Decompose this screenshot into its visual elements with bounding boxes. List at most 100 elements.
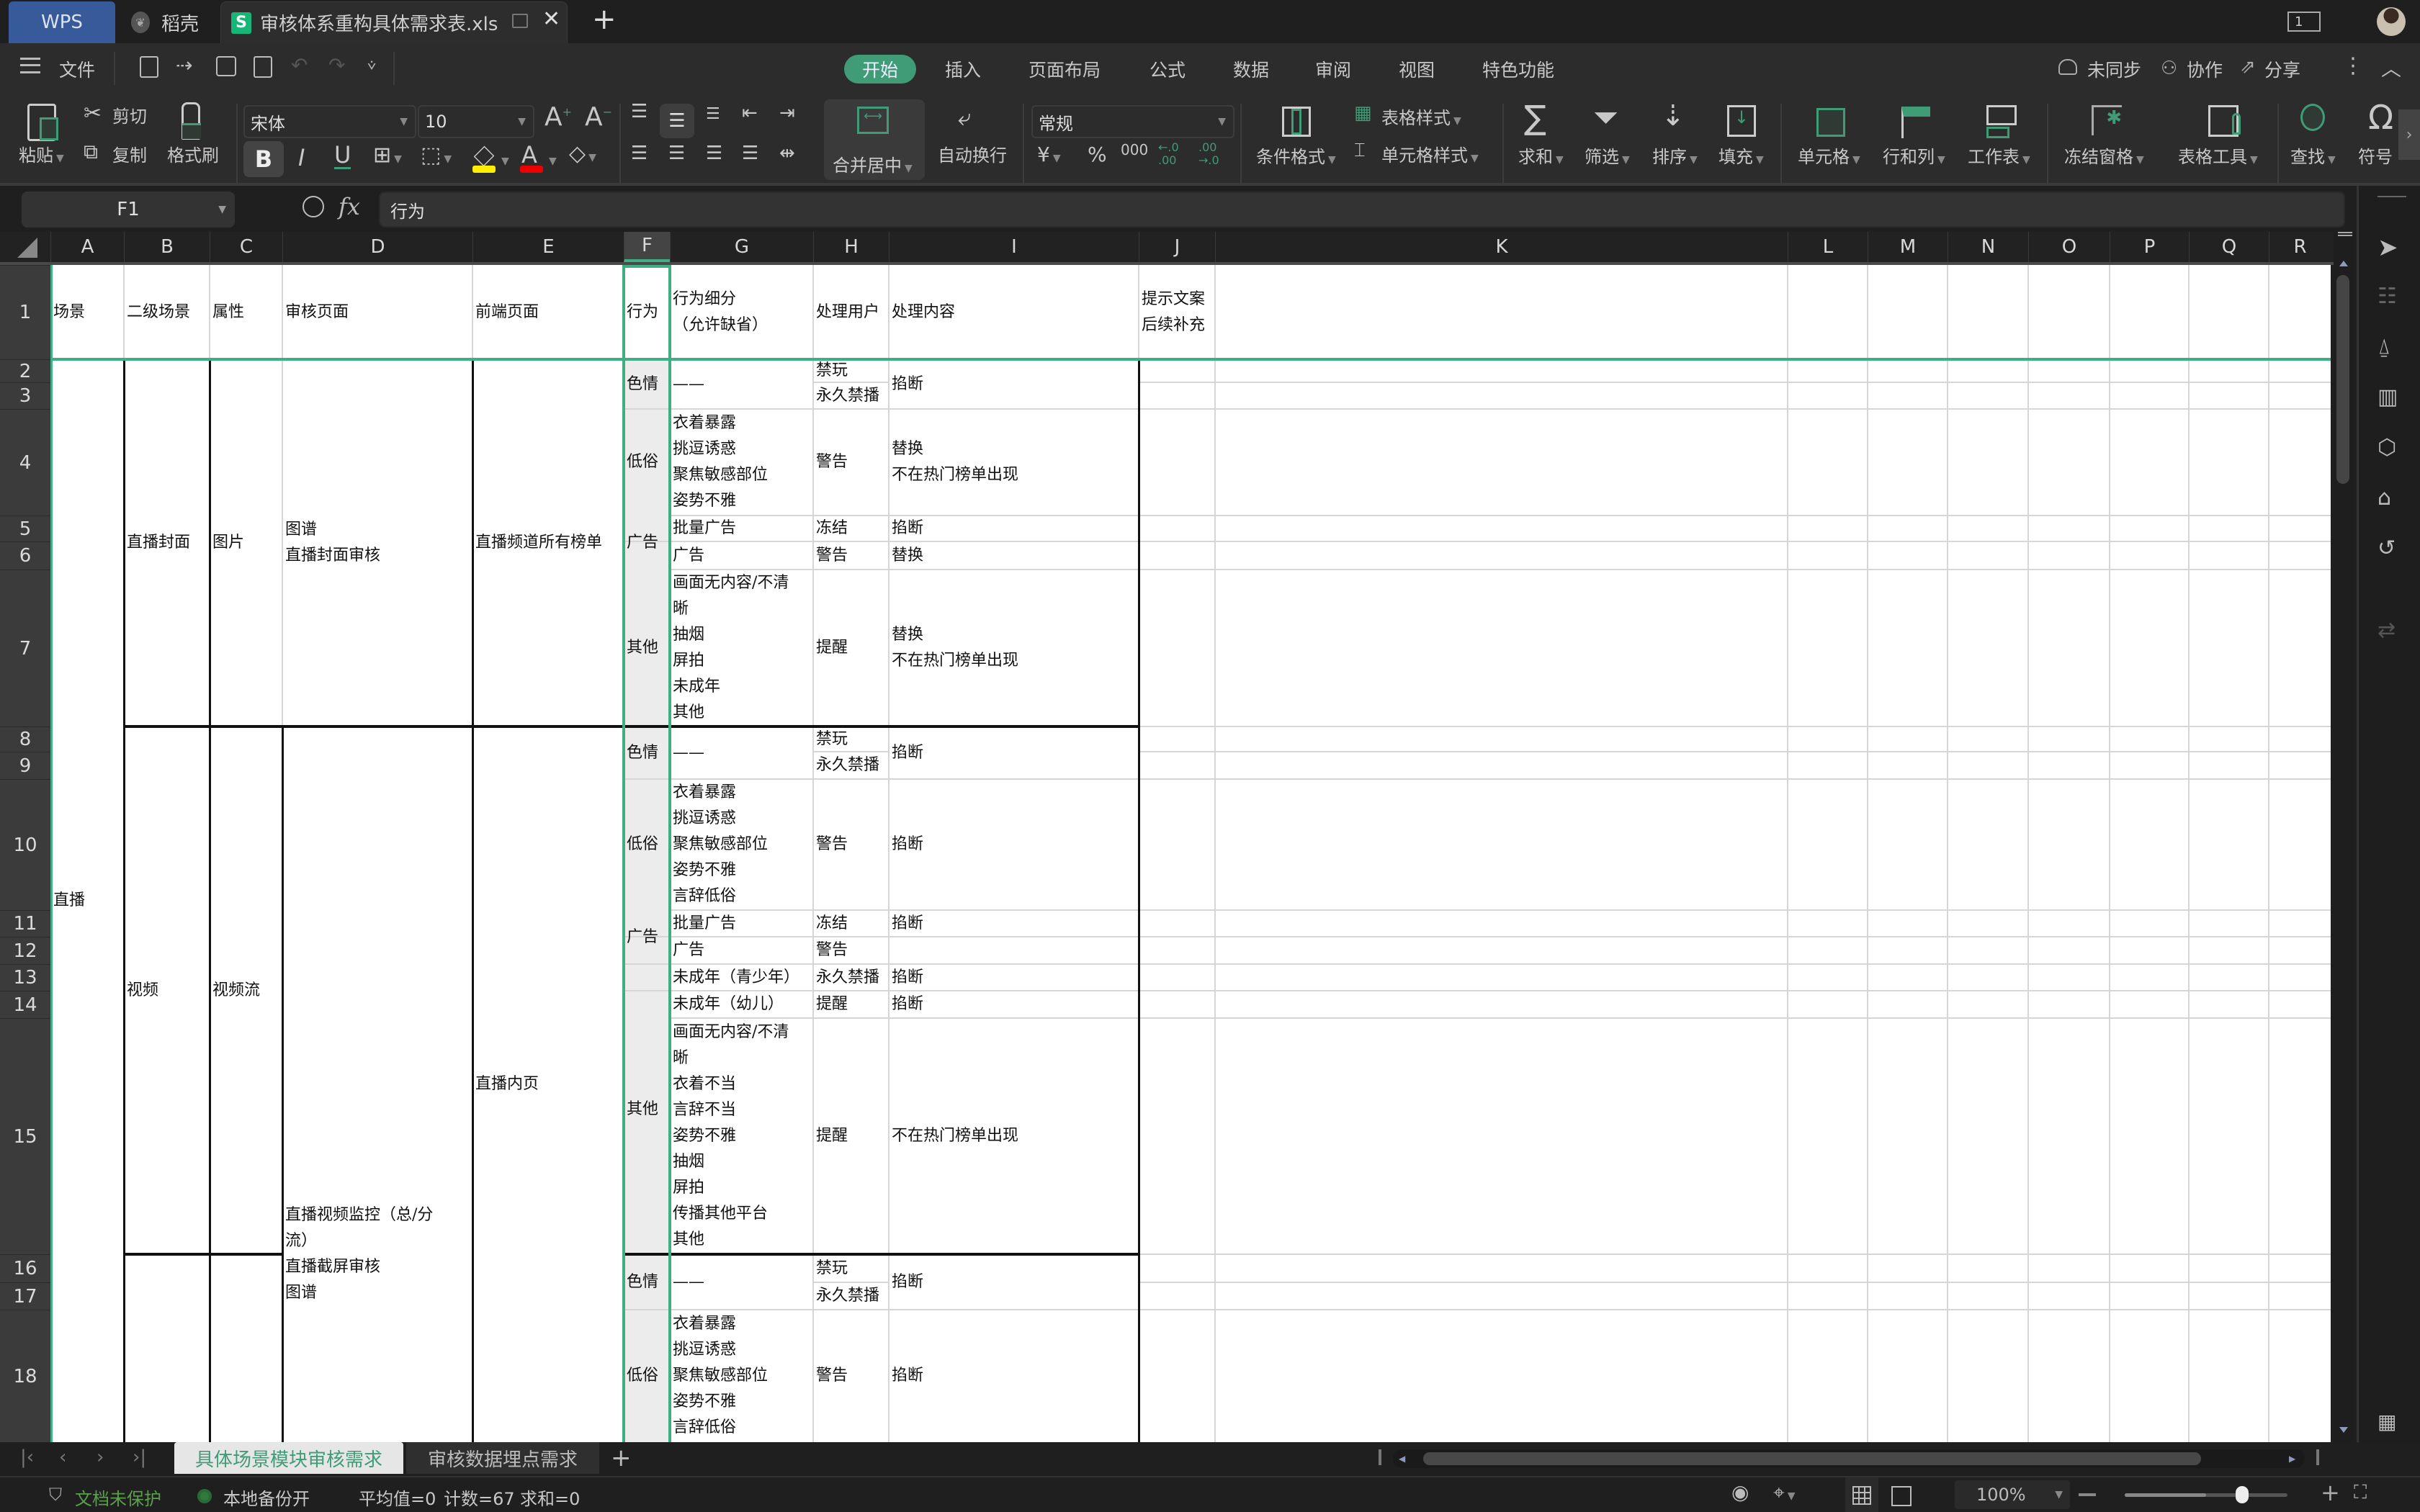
borders-icon[interactable]: ⊞ ▼ — [373, 143, 402, 168]
align-center-icon[interactable]: ☰ — [668, 143, 685, 164]
cell-f-vulgar-1[interactable]: 低俗 — [624, 409, 670, 516]
format-painter-button[interactable]: 格式刷 — [167, 141, 219, 166]
row-header-15[interactable]: 15 — [0, 1018, 50, 1254]
tab-insert[interactable]: 插入 — [945, 56, 981, 82]
insert-function-icon[interactable]: fx — [339, 193, 360, 220]
column-header-n[interactable]: N — [1948, 232, 2028, 262]
cut-button[interactable]: 剪切 — [112, 102, 147, 127]
cell-style-button[interactable]: 单元格样式 ▼ — [1381, 141, 1479, 166]
column-header-q[interactable]: Q — [2189, 232, 2269, 262]
redo-icon[interactable]: ↷ — [328, 53, 345, 77]
cell-h[interactable]: 提醒 — [813, 1018, 889, 1254]
table-style-button[interactable]: 表格样式 ▼ — [1381, 104, 1461, 129]
merge-center-button[interactable]: ⟷ 合并居中 ▼ — [824, 99, 925, 180]
font-color-dropdown[interactable]: ▼ — [546, 148, 557, 168]
row-header-8[interactable]: 8 — [0, 726, 50, 752]
distributed-icon[interactable]: ⇹ — [779, 143, 795, 164]
clear-format-icon[interactable]: ◇ ▼ — [569, 141, 596, 166]
cell-c-block2[interactable]: 视频流 — [210, 726, 282, 1254]
cell-b-block2[interactable]: 视频 — [124, 726, 210, 1254]
column-header-m[interactable]: M — [1868, 232, 1948, 262]
cell-f-other-2[interactable]: 其他 — [624, 964, 670, 1254]
increase-decimal-button[interactable]: ←.0 .00 — [1158, 141, 1187, 167]
tab-formulas[interactable]: 公式 — [1150, 56, 1186, 82]
cell-g[interactable]: —— — [670, 726, 813, 779]
currency-button[interactable]: ¥ ▼ — [1037, 143, 1061, 166]
cell-f-other-1[interactable]: 其他 — [624, 570, 670, 726]
decrease-indent-icon[interactable]: ⇤ — [742, 102, 758, 124]
row-header-12[interactable]: 12 — [0, 937, 50, 964]
row-header-10[interactable]: 10 — [0, 779, 50, 910]
row-header-17[interactable]: 17 — [0, 1282, 50, 1310]
thousands-separator-button[interactable]: 000 — [1121, 141, 1148, 158]
cell-f-vulgar-3[interactable]: 低俗 — [624, 1310, 670, 1442]
window-mode-icon[interactable]: 1 — [2287, 12, 2321, 32]
cell-f-porn-1[interactable]: 色情 — [624, 359, 670, 409]
hamburger-menu-icon[interactable] — [20, 58, 40, 73]
tab-review[interactable]: 审阅 — [1315, 56, 1351, 82]
cell-h[interactable]: 永久禁播 — [813, 382, 889, 409]
cell-g[interactable]: —— — [670, 1254, 813, 1310]
scroll-right-icon[interactable]: ▶ — [2289, 1454, 2295, 1464]
wps-home-tab[interactable]: WPS — [9, 1, 115, 43]
cell-d-block3[interactable]: 直播截屏审核 图谱 — [282, 1254, 472, 1442]
tab-page-layout[interactable]: 页面布局 — [1028, 56, 1101, 82]
cell-c-block1[interactable]: 图片 — [210, 359, 282, 726]
new-tab-button[interactable]: + — [592, 3, 617, 36]
tab-data[interactable]: 数据 — [1233, 56, 1269, 82]
row-header-18[interactable]: 18 — [0, 1310, 50, 1442]
zoom-in-button[interactable]: + — [2321, 1479, 2340, 1506]
row-header-1[interactable]: 1 — [0, 265, 50, 359]
prev-sheet-icon[interactable]: ‹ — [59, 1446, 66, 1468]
column-header-b[interactable]: B — [124, 232, 210, 262]
horizontal-scroll-thumb[interactable] — [1423, 1452, 2201, 1465]
column-header-g[interactable]: G — [670, 232, 813, 262]
bold-button[interactable]: B — [243, 141, 284, 177]
ribbon-scroll-right-icon[interactable]: › — [2398, 109, 2420, 160]
scroll-down-icon[interactable] — [2339, 1427, 2348, 1433]
tab-home[interactable]: 开始 — [844, 55, 916, 84]
cell-g[interactable]: 广告 — [670, 937, 813, 964]
row-header-14[interactable]: 14 — [0, 991, 50, 1018]
cell-g[interactable]: 未成年（幼儿） — [670, 991, 813, 1018]
vertical-scroll-thumb[interactable] — [2336, 275, 2349, 484]
cell-h[interactable]: 禁玩 — [813, 1254, 889, 1282]
print-preview-icon[interactable] — [254, 56, 272, 78]
vertical-scrollbar[interactable] — [2334, 232, 2355, 1441]
column-header-k[interactable]: K — [1215, 232, 1788, 262]
close-tab-icon[interactable]: ✕ — [542, 6, 560, 32]
row-header-3[interactable]: 3 — [0, 382, 50, 409]
scroll-left-icon[interactable]: ◀ — [1399, 1454, 1405, 1464]
justify-icon[interactable]: ☰ — [742, 143, 758, 164]
collaborate-button[interactable]: 协作 — [2187, 56, 2223, 82]
fill-pattern-icon[interactable]: ⬚ ▼ — [421, 143, 452, 168]
column-header-p[interactable]: P — [2110, 232, 2189, 262]
cell-i[interactable]: 掐断 — [889, 359, 1139, 409]
zoom-slider[interactable] — [2125, 1486, 2287, 1503]
document-protection-status[interactable]: 文档未保护 — [75, 1485, 161, 1510]
header-cell-f[interactable]: 行为 — [624, 265, 670, 359]
sort-button[interactable]: 排序 ▼ — [1652, 143, 1698, 168]
cell-h[interactable]: 提醒 — [813, 991, 889, 1018]
align-right-icon[interactable]: ☰ — [706, 143, 722, 164]
hscroll-split-handle[interactable] — [2316, 1449, 2319, 1465]
fill-button[interactable]: 填充 ▼ — [1718, 143, 1764, 168]
cell-h[interactable]: 冻结 — [813, 516, 889, 541]
transfer-icon[interactable]: ⇄ — [2378, 618, 2403, 644]
percent-button[interactable]: % — [1088, 143, 1107, 166]
cell-i[interactable]: 替换 — [889, 541, 1139, 570]
sheet-tab-active[interactable]: 具体场景模块审核需求 — [174, 1442, 403, 1474]
cell-g[interactable]: 批量广告 — [670, 516, 813, 541]
column-header-d[interactable]: D — [282, 232, 472, 262]
split-handle-icon[interactable] — [2338, 232, 2352, 236]
tab-view[interactable]: 视图 — [1399, 56, 1435, 82]
increase-font-icon[interactable]: A+ — [544, 102, 572, 132]
cell-i[interactable]: 掐断 — [889, 779, 1139, 910]
hexagon-leaf-icon[interactable]: ⬡ — [2378, 435, 2403, 461]
docer-tab[interactable]: ❦ 稻壳 — [127, 1, 220, 43]
spreadsheet-grid[interactable]: 场景 二级场景 属性 审核页面 前端页面 行为 行为细分 （允许缺省） 处理用户 处理内容 提示文… — [50, 265, 2331, 1442]
column-header-c[interactable]: C — [210, 232, 282, 262]
cell-g[interactable]: 衣着暴露 挑逗诱惑 聚焦敏感部位 姿势不雅 — [670, 409, 813, 516]
cell-e-block1[interactable]: 直播频道所有榜单 — [472, 359, 624, 726]
customize-toolbar-icon[interactable]: ⩒ — [367, 56, 376, 73]
